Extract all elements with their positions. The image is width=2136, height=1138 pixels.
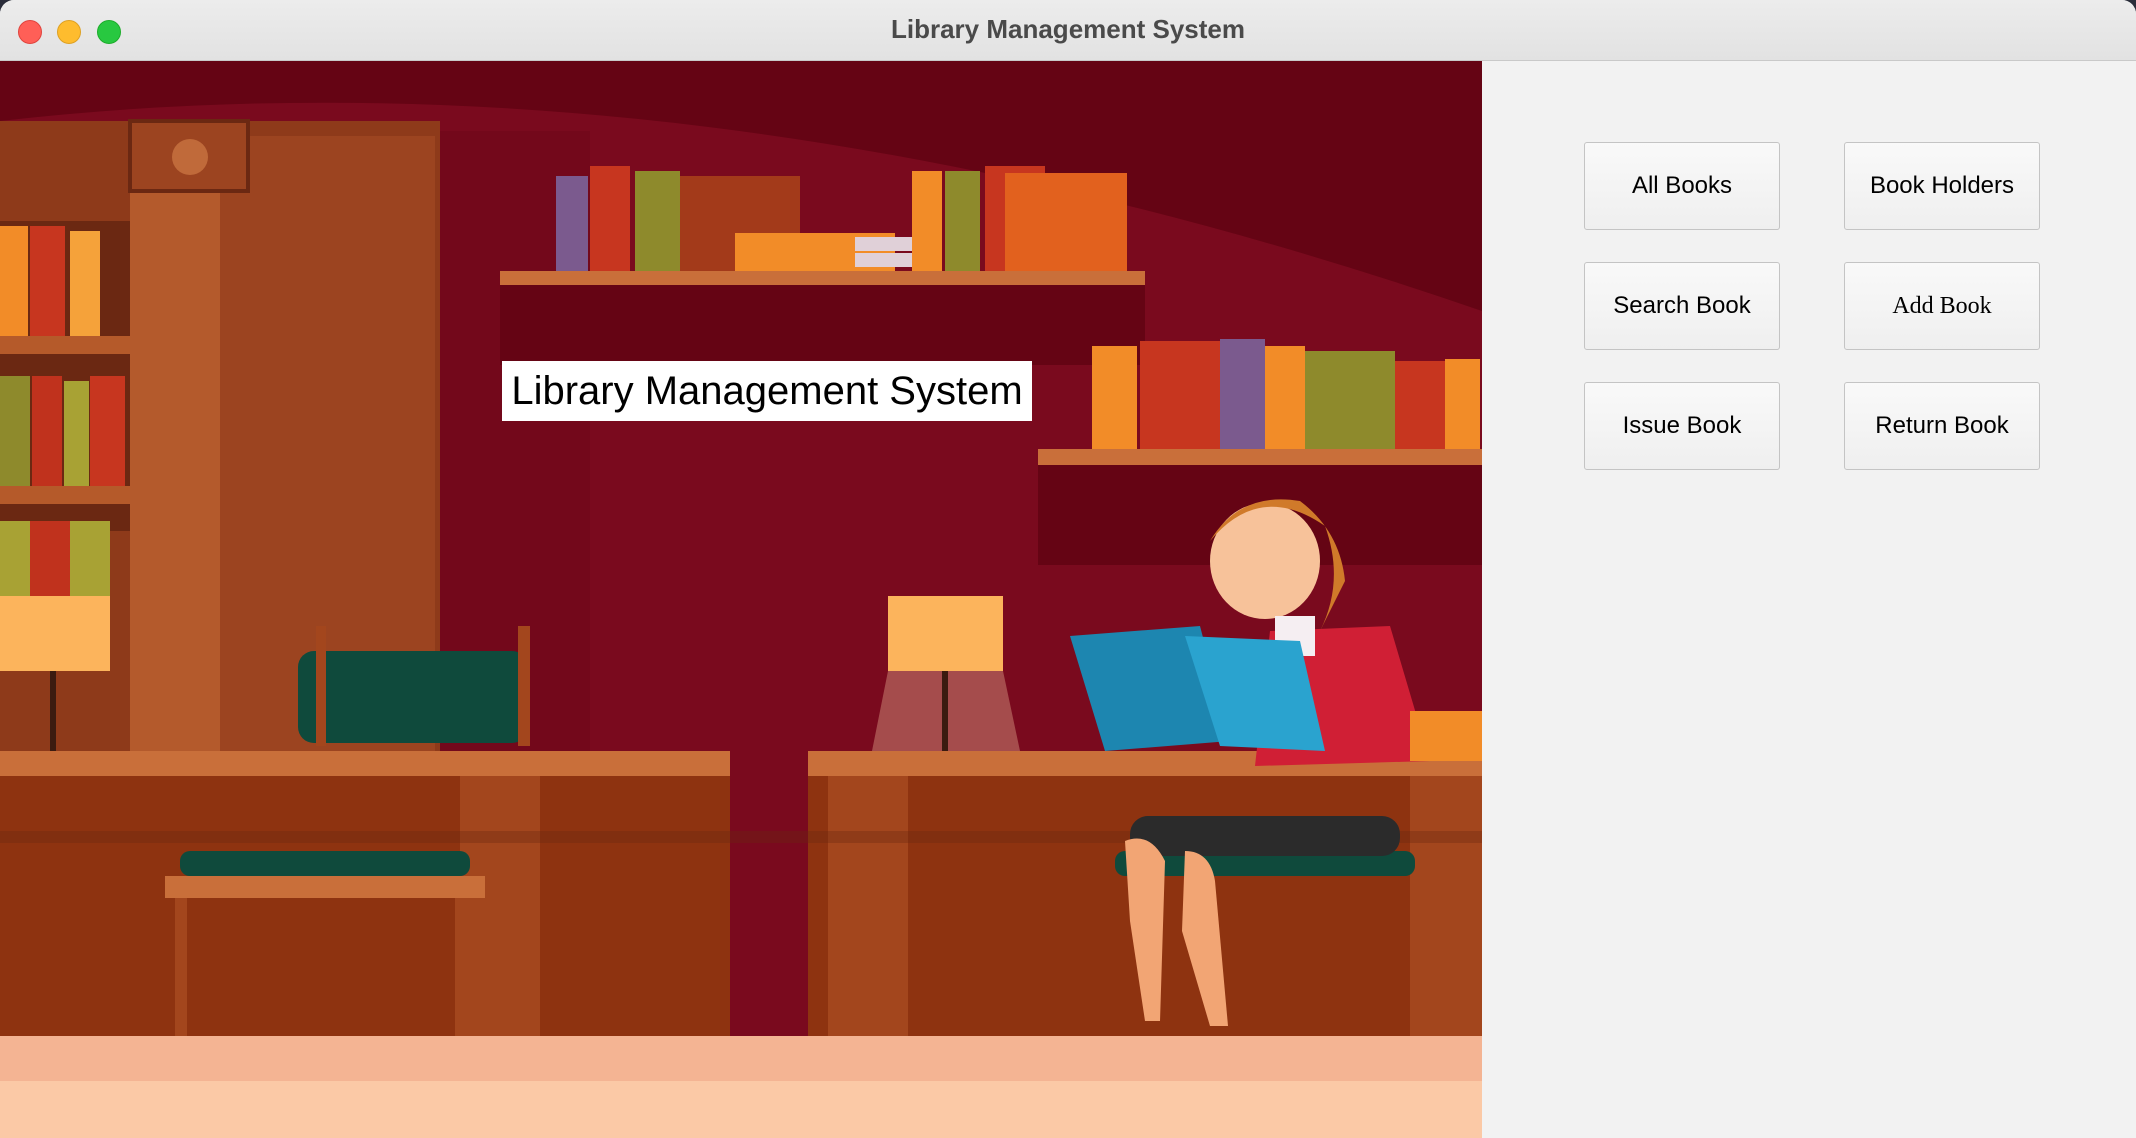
return-book-button[interactable]: Return Book (1844, 382, 2040, 470)
add-book-button[interactable]: Add Book (1844, 262, 2040, 350)
app-window: Library Management System Library Manage… (0, 0, 2136, 1138)
library-background-image (0, 61, 1482, 1138)
actions-panel: All Books Book Holders Search Book Add B… (1482, 61, 2136, 1138)
app-banner-title: Library Management System (502, 361, 1032, 421)
search-book-button[interactable]: Search Book (1584, 262, 1780, 350)
title-bar: Library Management System (0, 0, 2136, 61)
all-books-button[interactable]: All Books (1584, 142, 1780, 230)
issue-book-button[interactable]: Issue Book (1584, 382, 1780, 470)
book-holders-button[interactable]: Book Holders (1844, 142, 2040, 230)
library-illustration: Library Management System (0, 61, 1482, 1138)
window-title: Library Management System (890, 14, 1245, 44)
